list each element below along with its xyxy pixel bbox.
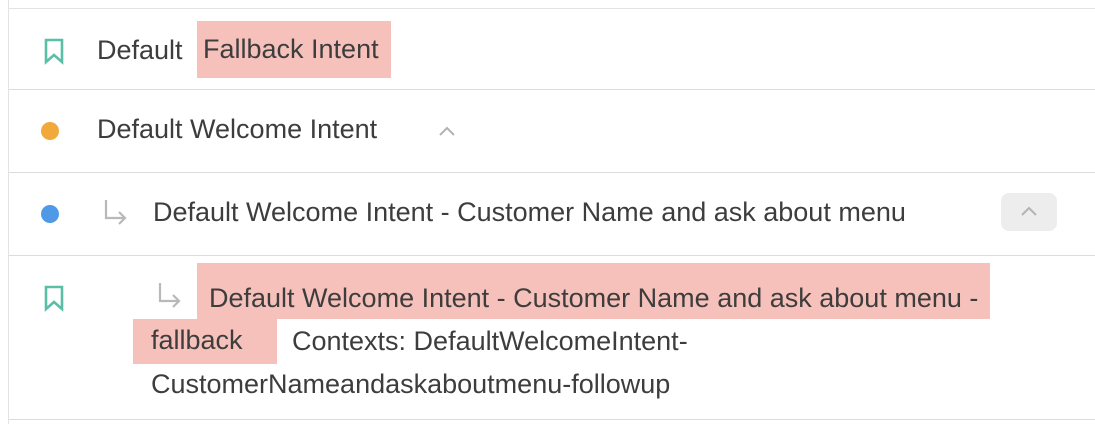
intent-name-prefix: Default: [97, 35, 183, 65]
intent-row-fallback[interactable]: Default Fallback Intent: [9, 9, 1095, 90]
follow-up-arrow-icon: [158, 283, 181, 308]
intent-row-welcome[interactable]: Default Welcome Intent: [9, 90, 1095, 173]
bookmark-icon: [44, 38, 64, 65]
status-dot-icon: [41, 205, 59, 223]
intent-list: Default Fallback Intent Default Welcome …: [8, 0, 1095, 424]
bookmark-icon: [44, 285, 64, 312]
intent-name: Default Welcome Intent - Customer Name a…: [153, 197, 906, 227]
contexts-label: Contexts: DefaultWelcomeIntent-: [292, 326, 688, 356]
follow-up-arrow-icon: [104, 200, 127, 225]
chevron-up-icon[interactable]: [435, 120, 459, 144]
intent-name-highlight-continued[interactable]: fallback: [133, 319, 277, 364]
intent-row-customer-name-fallback[interactable]: Default Welcome Intent - Customer Name a…: [9, 256, 1095, 420]
intent-name-highlight[interactable]: Fallback Intent: [197, 21, 391, 78]
intent-row-customer-name[interactable]: Default Welcome Intent - Customer Name a…: [9, 173, 1095, 256]
intent-name: Default Welcome Intent: [97, 114, 378, 144]
intent-name-highlight[interactable]: Default Welcome Intent - Customer Name a…: [197, 263, 991, 319]
status-dot-icon: [41, 122, 59, 140]
collapse-button[interactable]: [1001, 193, 1057, 231]
chevron-up-icon: [1021, 206, 1037, 216]
contexts-value: CustomerNameandaskaboutmenu-followup: [151, 369, 671, 399]
